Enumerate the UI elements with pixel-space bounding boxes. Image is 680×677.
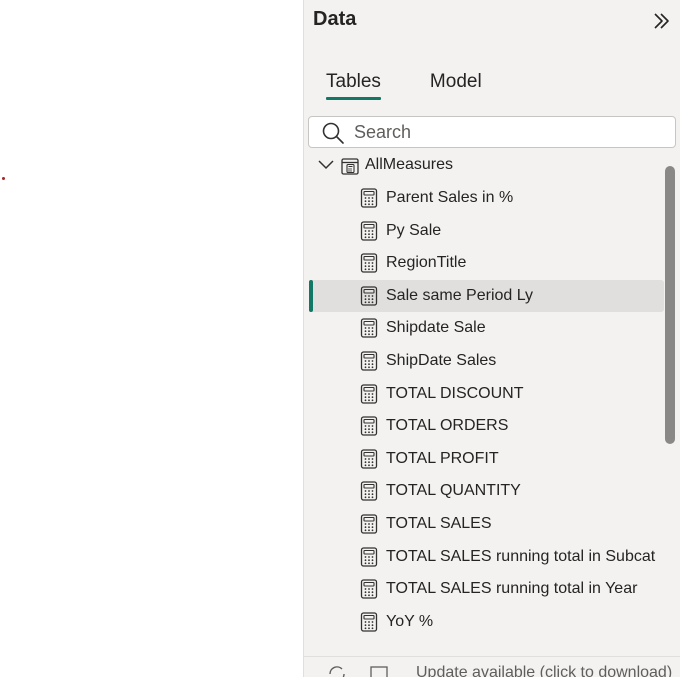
field-item[interactable]: TOTAL SALES running total in Year xyxy=(304,573,666,606)
pane-title: Data xyxy=(313,8,357,30)
measure-table-icon xyxy=(341,158,359,175)
field-label: TOTAL SALES running total in Subcat xyxy=(386,547,656,565)
field-item[interactable]: Py Sale xyxy=(304,215,666,248)
field-label: Sale same Period Ly xyxy=(386,286,534,304)
field-label: YoY % xyxy=(386,612,434,630)
field-item[interactable]: Shipdate Sale xyxy=(304,312,666,345)
field-label: TOTAL ORDERS xyxy=(386,417,509,435)
field-label: TOTAL QUANTITY xyxy=(386,482,521,500)
update-available-link[interactable]: Update available (click to download) xyxy=(416,664,672,677)
calculator-icon xyxy=(360,514,378,534)
double-chevron-right-icon xyxy=(654,13,669,29)
calculator-icon xyxy=(360,220,378,241)
field-item[interactable]: RegionTitle xyxy=(304,247,666,280)
calculator-icon xyxy=(360,579,378,599)
calculator-icon xyxy=(360,383,378,404)
fit-to-page-icon[interactable] xyxy=(368,663,390,677)
vertical-scrollbar[interactable] xyxy=(665,166,675,444)
field-item[interactable]: Sale same Period Ly xyxy=(304,279,666,313)
search-placeholder: Search xyxy=(354,122,412,142)
data-pane: Data Tables Model Search AllMeasures Par… xyxy=(303,0,680,677)
field-item[interactable]: TOTAL QUANTITY xyxy=(304,475,666,508)
calculator-icon xyxy=(360,318,378,339)
chevron-down-icon[interactable] xyxy=(317,158,335,172)
calculator-icon xyxy=(360,351,378,371)
field-label: TOTAL SALES xyxy=(386,514,492,532)
search-icon xyxy=(322,122,344,144)
field-item[interactable]: TOTAL ORDERS xyxy=(304,410,666,443)
table-allmeasures[interactable]: AllMeasures xyxy=(304,150,666,182)
pane-tabs: Tables Model xyxy=(326,71,482,100)
field-item[interactable]: TOTAL PROFIT xyxy=(304,443,666,476)
field-item[interactable]: TOTAL DISCOUNT xyxy=(304,378,666,411)
field-item[interactable]: ShipDate Sales xyxy=(304,345,666,378)
report-canvas[interactable] xyxy=(0,0,303,677)
calculator-icon xyxy=(360,612,378,632)
calculator-icon xyxy=(360,546,378,567)
field-label: TOTAL PROFIT xyxy=(386,449,499,467)
field-label: Parent Sales in % xyxy=(386,189,514,206)
field-label: Shipdate Sale xyxy=(386,319,486,337)
status-bar: Update available (click to download) xyxy=(304,656,680,677)
fields-tree: AllMeasures Parent Sales in % Py Sale Regi… xyxy=(304,150,666,638)
field-label: TOTAL SALES running total in Year xyxy=(386,580,638,598)
field-label: ShipDate Sales xyxy=(386,351,497,369)
canvas-marker xyxy=(2,177,5,180)
field-item[interactable]: YoY % xyxy=(304,606,666,639)
search-input[interactable]: Search xyxy=(308,116,676,148)
field-label: Py Sale xyxy=(386,221,442,239)
field-item[interactable]: TOTAL SALES running total in Subcat xyxy=(304,541,666,574)
calculator-icon xyxy=(360,449,378,469)
field-item[interactable]: Parent Sales in % xyxy=(304,182,666,215)
refresh-icon[interactable] xyxy=(326,663,348,677)
selection-indicator xyxy=(309,279,313,312)
calculator-icon xyxy=(360,286,378,306)
field-label: TOTAL DISCOUNT xyxy=(386,384,524,402)
collapse-pane-button[interactable] xyxy=(648,8,674,34)
table-label: AllMeasures xyxy=(365,156,454,173)
field-item[interactable]: TOTAL SALES xyxy=(304,508,666,541)
calculator-icon xyxy=(360,481,378,501)
calculator-icon xyxy=(360,253,378,273)
tab-tables[interactable]: Tables xyxy=(326,71,381,100)
tab-model[interactable]: Model xyxy=(430,71,482,100)
calculator-icon xyxy=(360,188,378,208)
field-label: RegionTitle xyxy=(386,254,467,272)
calculator-icon xyxy=(360,416,378,436)
